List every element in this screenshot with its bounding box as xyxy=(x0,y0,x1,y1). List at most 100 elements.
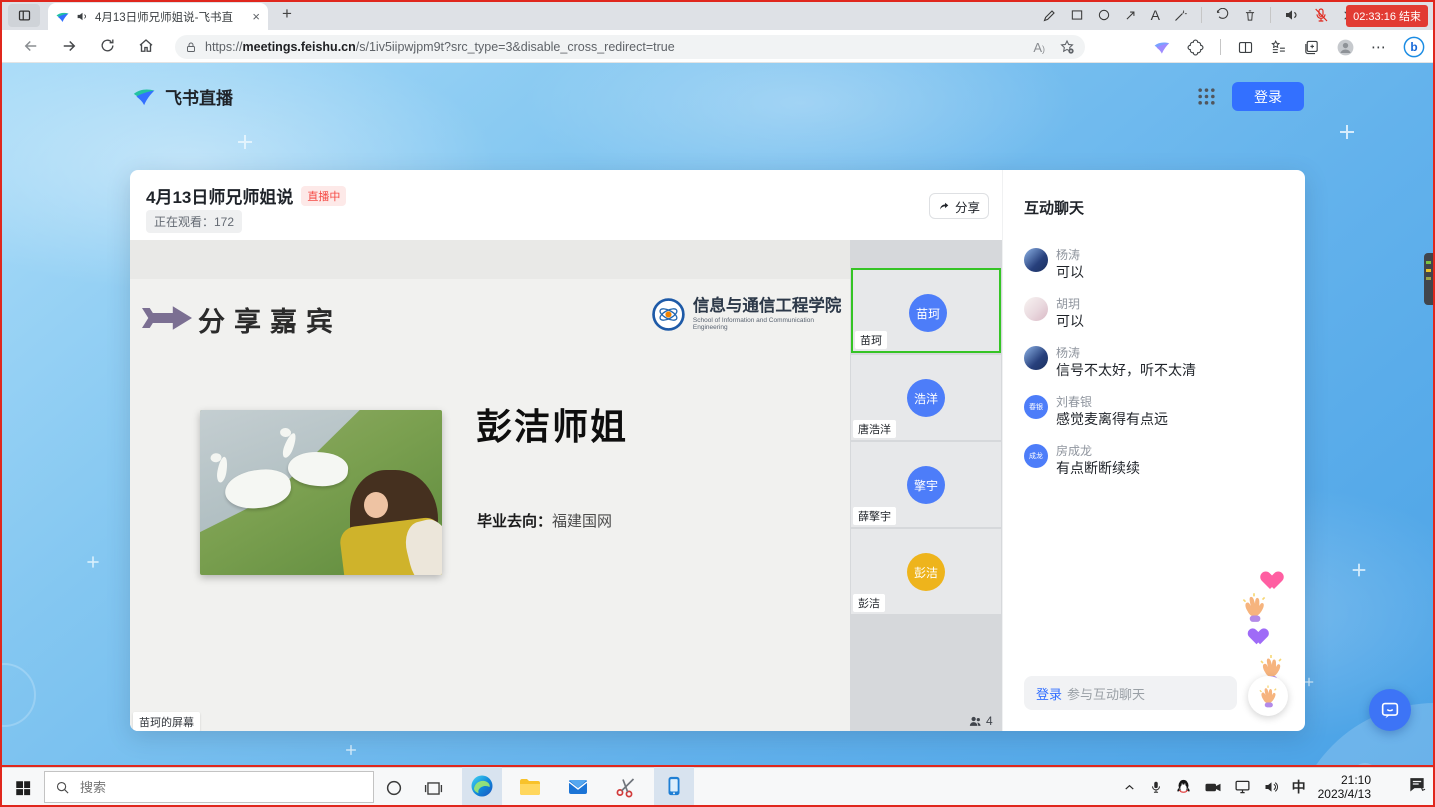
guest-name: 彭洁师姐 xyxy=(476,398,628,450)
undo-icon[interactable] xyxy=(1215,8,1230,23)
address-bar[interactable]: https://meetings.feishu.cn/s/1iv5iipwjpm… xyxy=(175,35,1085,59)
read-aloud-icon[interactable]: A) xyxy=(1033,40,1045,55)
participant-tile[interactable]: 擎宇 薛擎宇 xyxy=(851,442,1001,527)
tray-mic-icon[interactable] xyxy=(1149,779,1163,795)
tray-display-icon[interactable] xyxy=(1234,779,1251,795)
collections-icon[interactable] xyxy=(1303,39,1320,56)
share-button[interactable]: 分享 xyxy=(929,193,989,219)
action-center-button[interactable] xyxy=(1407,774,1427,794)
taskbar-your-phone-app[interactable] xyxy=(654,767,694,807)
browser-tab[interactable]: 4月13日师兄师姐说-飞书直 × xyxy=(48,3,268,30)
split-screen-icon[interactable] xyxy=(1237,39,1254,56)
arrow-tool-icon[interactable] xyxy=(1124,8,1138,22)
file-explorer-icon xyxy=(518,775,542,799)
svg-text:b: b xyxy=(1410,40,1417,54)
taskbar-clock[interactable]: 21:10 2023/4/13 xyxy=(1318,773,1371,801)
heart-emoji xyxy=(1252,629,1270,645)
participant-name-tag: 唐浩洋 xyxy=(853,420,896,438)
lock-icon[interactable] xyxy=(185,41,197,54)
people-icon xyxy=(968,715,983,728)
participant-tile[interactable]: 浩洋 唐浩洋 xyxy=(851,355,1001,440)
new-tab-button[interactable]: + xyxy=(282,4,292,24)
task-view-button[interactable] xyxy=(424,779,443,798)
more-menu-icon[interactable]: ⋯ xyxy=(1371,38,1387,56)
rectangle-tool-icon[interactable] xyxy=(1070,8,1084,22)
clock-time: 21:10 xyxy=(1318,773,1371,787)
browser-tab-strip: 4月13日师兄师姐说-飞书直 × + A 02:33:16 结束 xyxy=(0,0,1435,30)
home-icon[interactable] xyxy=(137,37,155,55)
scissors-icon xyxy=(614,775,638,799)
text-tool-icon[interactable]: A xyxy=(1151,7,1160,23)
search-input[interactable] xyxy=(80,780,320,795)
app-grid-icon[interactable] xyxy=(1197,87,1216,106)
chat-sender: 房成龙 xyxy=(1056,442,1092,459)
share-icon xyxy=(938,200,951,213)
toolbar-extensions: ⋯ b xyxy=(1154,33,1425,61)
feishu-live-brand[interactable]: 飞书直播 xyxy=(133,84,233,109)
back-icon[interactable] xyxy=(22,37,40,55)
participant-name-tag: 苗珂 xyxy=(855,331,887,349)
ime-indicator[interactable]: 中 xyxy=(1292,777,1306,797)
start-button[interactable] xyxy=(14,779,32,797)
feishu-favicon xyxy=(56,11,70,23)
divider xyxy=(1270,7,1271,23)
profile-avatar-icon[interactable] xyxy=(1336,38,1355,57)
avatar: 苗珂 xyxy=(909,294,947,332)
chat-sender: 杨涛 xyxy=(1056,344,1080,361)
pencil-icon[interactable] xyxy=(1042,8,1057,23)
bing-chat-icon[interactable]: b xyxy=(1403,36,1425,58)
search-icon xyxy=(55,780,70,795)
avatar: 彭洁 xyxy=(907,553,945,591)
taskbar-file-explorer-app[interactable] xyxy=(510,767,550,807)
favorites-hub-icon[interactable] xyxy=(1270,39,1287,56)
tray-qq-icon[interactable] xyxy=(1175,778,1192,796)
trash-icon[interactable] xyxy=(1243,8,1257,23)
chat-login-link[interactable]: 登录 xyxy=(1036,684,1062,703)
mic-muted-icon[interactable] xyxy=(1313,7,1329,23)
chat-sender: 杨涛 xyxy=(1056,246,1080,263)
sparkle-decoration xyxy=(87,556,98,567)
sparkle-decoration xyxy=(1340,125,1354,139)
tab-title: 4月13日师兄师姐说-飞书直 xyxy=(95,9,235,25)
recording-timer-badge[interactable]: 02:33:16 结束 xyxy=(1346,5,1428,27)
chat-input[interactable]: 登录 参与互动聊天 xyxy=(1024,676,1237,710)
taskbar-search-box[interactable] xyxy=(44,771,374,803)
favorite-star-icon[interactable] xyxy=(1059,39,1075,55)
customer-service-button[interactable] xyxy=(1369,689,1411,731)
speaker-on-icon[interactable] xyxy=(1284,7,1300,23)
edge-icon xyxy=(470,774,494,798)
taskbar-edge-app[interactable] xyxy=(462,767,502,807)
docked-widget[interactable] xyxy=(1424,253,1435,305)
screen-share-label: 苗珂的屏幕 xyxy=(133,712,200,731)
highlight-wand-icon[interactable] xyxy=(1173,8,1188,23)
tray-camera-icon[interactable] xyxy=(1204,780,1222,795)
widget-stripe xyxy=(1426,269,1431,272)
circle-decoration xyxy=(0,663,36,727)
tab-list-icon xyxy=(17,8,32,23)
taskbar-snipping-tool-app[interactable] xyxy=(606,767,646,807)
forward-icon[interactable] xyxy=(60,37,78,55)
login-button[interactable]: 登录 xyxy=(1232,82,1304,111)
refresh-icon[interactable] xyxy=(99,37,116,54)
participant-count[interactable]: 4 xyxy=(968,714,993,728)
tray-speaker-icon[interactable] xyxy=(1263,779,1280,795)
avatar: 擎宇 xyxy=(907,466,945,504)
participant-strip: 苗珂 苗珂 浩洋 唐浩洋 擎宇 薛擎宇 彭洁 彭洁 4 xyxy=(850,240,1002,731)
participant-tile[interactable]: 彭洁 彭洁 xyxy=(851,529,1001,614)
sparkle-decoration xyxy=(346,745,356,755)
clock-date: 2023/4/13 xyxy=(1318,787,1371,801)
taskbar-tray: 中 21:10 2023/4/13 xyxy=(1122,767,1371,807)
chat-message: 杨涛 信号不太好，听不太清 xyxy=(1024,344,1286,388)
avatar: 成龙 xyxy=(1024,444,1048,468)
tab-actions-menu-button[interactable] xyxy=(8,4,40,27)
extension-icon[interactable] xyxy=(1187,39,1204,56)
cortana-button[interactable] xyxy=(385,779,403,797)
taskbar-mail-app[interactable] xyxy=(558,767,598,807)
tab-close-button[interactable]: × xyxy=(252,9,260,24)
tab-audio-icon[interactable] xyxy=(76,10,89,23)
feishu-extension-icon[interactable] xyxy=(1154,40,1171,55)
reaction-button[interactable] xyxy=(1248,676,1288,716)
tray-chevron-up-icon[interactable] xyxy=(1122,780,1137,795)
participant-tile[interactable]: 苗珂 苗珂 xyxy=(851,268,1001,353)
ellipse-tool-icon[interactable] xyxy=(1097,8,1111,22)
